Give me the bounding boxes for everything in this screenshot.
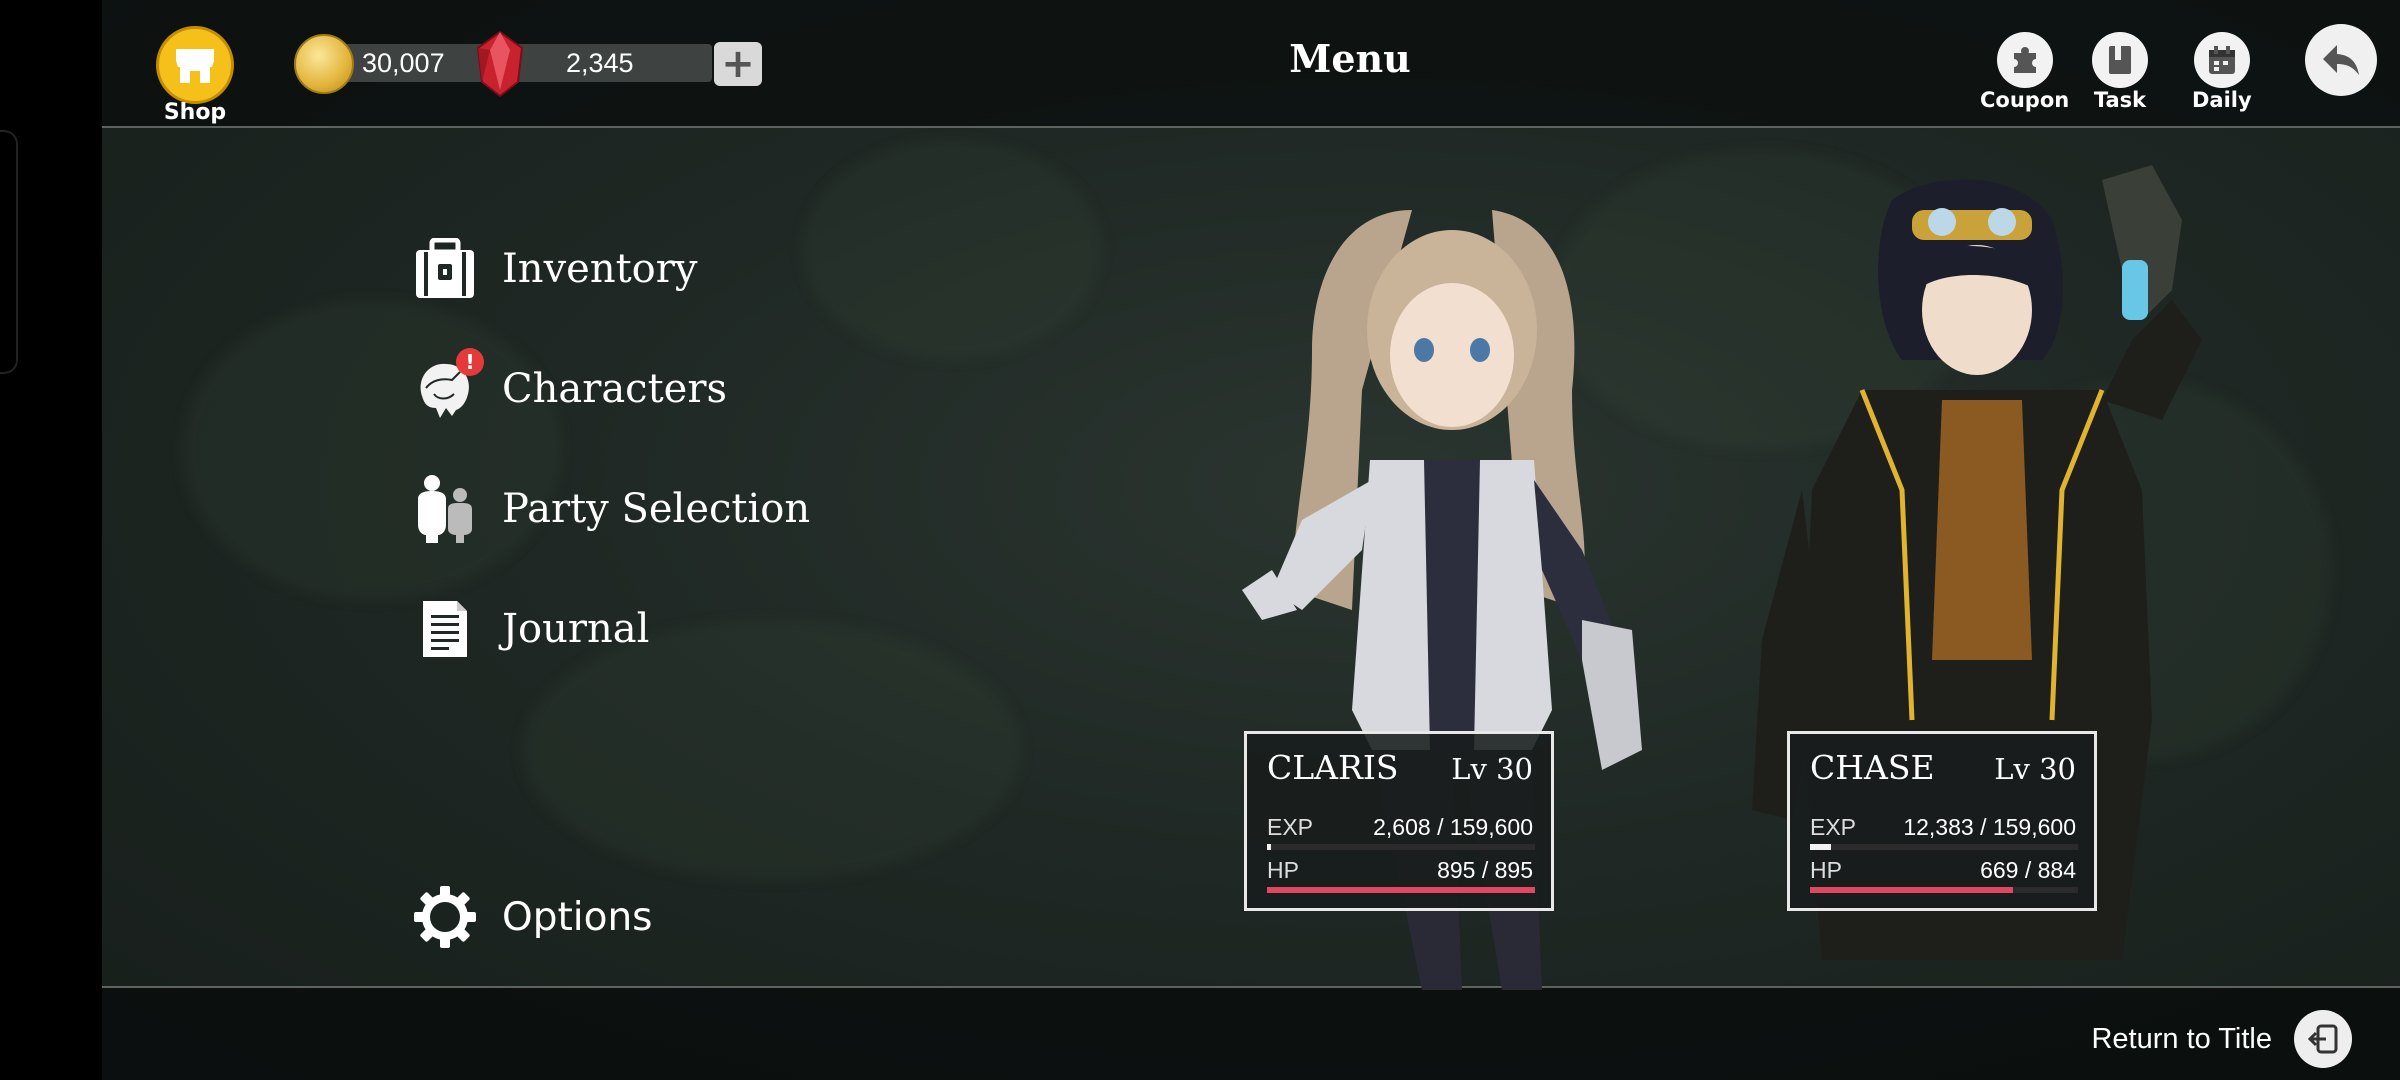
calendar-icon xyxy=(2193,32,2250,88)
gear-icon xyxy=(408,882,482,952)
menu-label-options: Options xyxy=(502,894,653,940)
notification-badge: ! xyxy=(456,348,484,376)
character-level: Lv 30 xyxy=(1994,752,2076,786)
return-to-title-button[interactable]: Return to Title xyxy=(2091,1010,2352,1068)
hp-bar xyxy=(1810,887,2078,893)
shop-label: Shop xyxy=(163,100,227,125)
exit-icon xyxy=(2294,1010,2352,1068)
menu-label-inventory: Inventory xyxy=(502,246,698,292)
shop-button[interactable]: Shop xyxy=(156,26,234,125)
chest-icon xyxy=(408,234,482,304)
menu-item-party-selection[interactable]: Party Selection xyxy=(408,474,810,544)
gem-counter: 2,345 xyxy=(532,44,712,82)
page-title: Menu xyxy=(1289,36,1411,81)
menu-item-journal[interactable]: Journal xyxy=(408,594,649,664)
exp-bar-fill xyxy=(1810,844,1831,850)
menu-item-characters[interactable]: ! Characters xyxy=(408,348,727,424)
party-member-card[interactable]: CLARIS Lv 30 EXP 2,608 / 159,600 HP 895 … xyxy=(1244,731,1554,911)
daily-label: Daily xyxy=(2192,88,2252,112)
document-icon xyxy=(408,594,482,664)
menu-label-journal: Journal xyxy=(502,606,650,652)
character-name: CLARIS xyxy=(1267,748,1399,787)
coupon-label: Coupon xyxy=(1980,88,2070,112)
hp-bar-fill xyxy=(1810,887,2013,893)
character-name: CHASE xyxy=(1810,748,1935,787)
plus-icon: + xyxy=(721,41,755,87)
exp-value: 12,383 / 159,600 xyxy=(1903,814,2076,840)
gold-value: 30,007 xyxy=(362,47,445,78)
exp-label: EXP xyxy=(1810,814,1857,840)
hp-bar xyxy=(1267,887,1535,893)
gold-coin-icon xyxy=(294,34,354,94)
daily-button[interactable]: Daily xyxy=(2192,32,2252,112)
back-arrow-icon xyxy=(2323,45,2359,75)
hp-bar-fill xyxy=(1267,887,1535,893)
hp-value: 895 / 895 xyxy=(1437,857,1533,883)
exp-bar xyxy=(1810,844,2078,850)
menu-label-party-selection: Party Selection xyxy=(502,486,811,532)
hp-value: 669 / 884 xyxy=(1980,857,2076,883)
menu-item-inventory[interactable]: Inventory xyxy=(408,234,697,304)
exp-bar xyxy=(1267,844,1535,850)
gem-value: 2,345 xyxy=(566,47,634,78)
party-icon xyxy=(408,474,482,544)
coupon-button[interactable]: Coupon xyxy=(1980,32,2069,112)
bottom-bar xyxy=(102,986,2400,1080)
return-to-title-label: Return to Title xyxy=(2091,1022,2272,1055)
edge-handle xyxy=(0,130,18,374)
back-button[interactable] xyxy=(2305,24,2377,96)
exp-value: 2,608 / 159,600 xyxy=(1373,814,1533,840)
task-book-icon xyxy=(2092,32,2148,88)
hp-label: HP xyxy=(1810,857,1842,883)
character-portrait-icon: ! xyxy=(408,348,484,424)
add-gems-button[interactable]: + xyxy=(714,41,762,87)
menu-label-characters: Characters xyxy=(502,366,727,412)
character-level: Lv 30 xyxy=(1451,752,1533,786)
exp-bar-fill xyxy=(1267,844,1272,850)
task-button[interactable]: Task xyxy=(2092,32,2148,112)
hp-label: HP xyxy=(1267,857,1299,883)
party-member-card[interactable]: CHASE Lv 30 EXP 12,383 / 159,600 HP 669 … xyxy=(1787,731,2097,911)
task-label: Task xyxy=(2093,88,2147,112)
exp-label: EXP xyxy=(1267,814,1314,840)
red-gem-icon xyxy=(476,30,524,98)
coupon-icon xyxy=(1996,32,2053,88)
shop-icon xyxy=(156,26,234,104)
menu-item-options[interactable]: Options xyxy=(408,882,652,952)
game-screen: Shop 30,007 2,345 + Menu Coupon Task Dai… xyxy=(102,0,2400,1080)
